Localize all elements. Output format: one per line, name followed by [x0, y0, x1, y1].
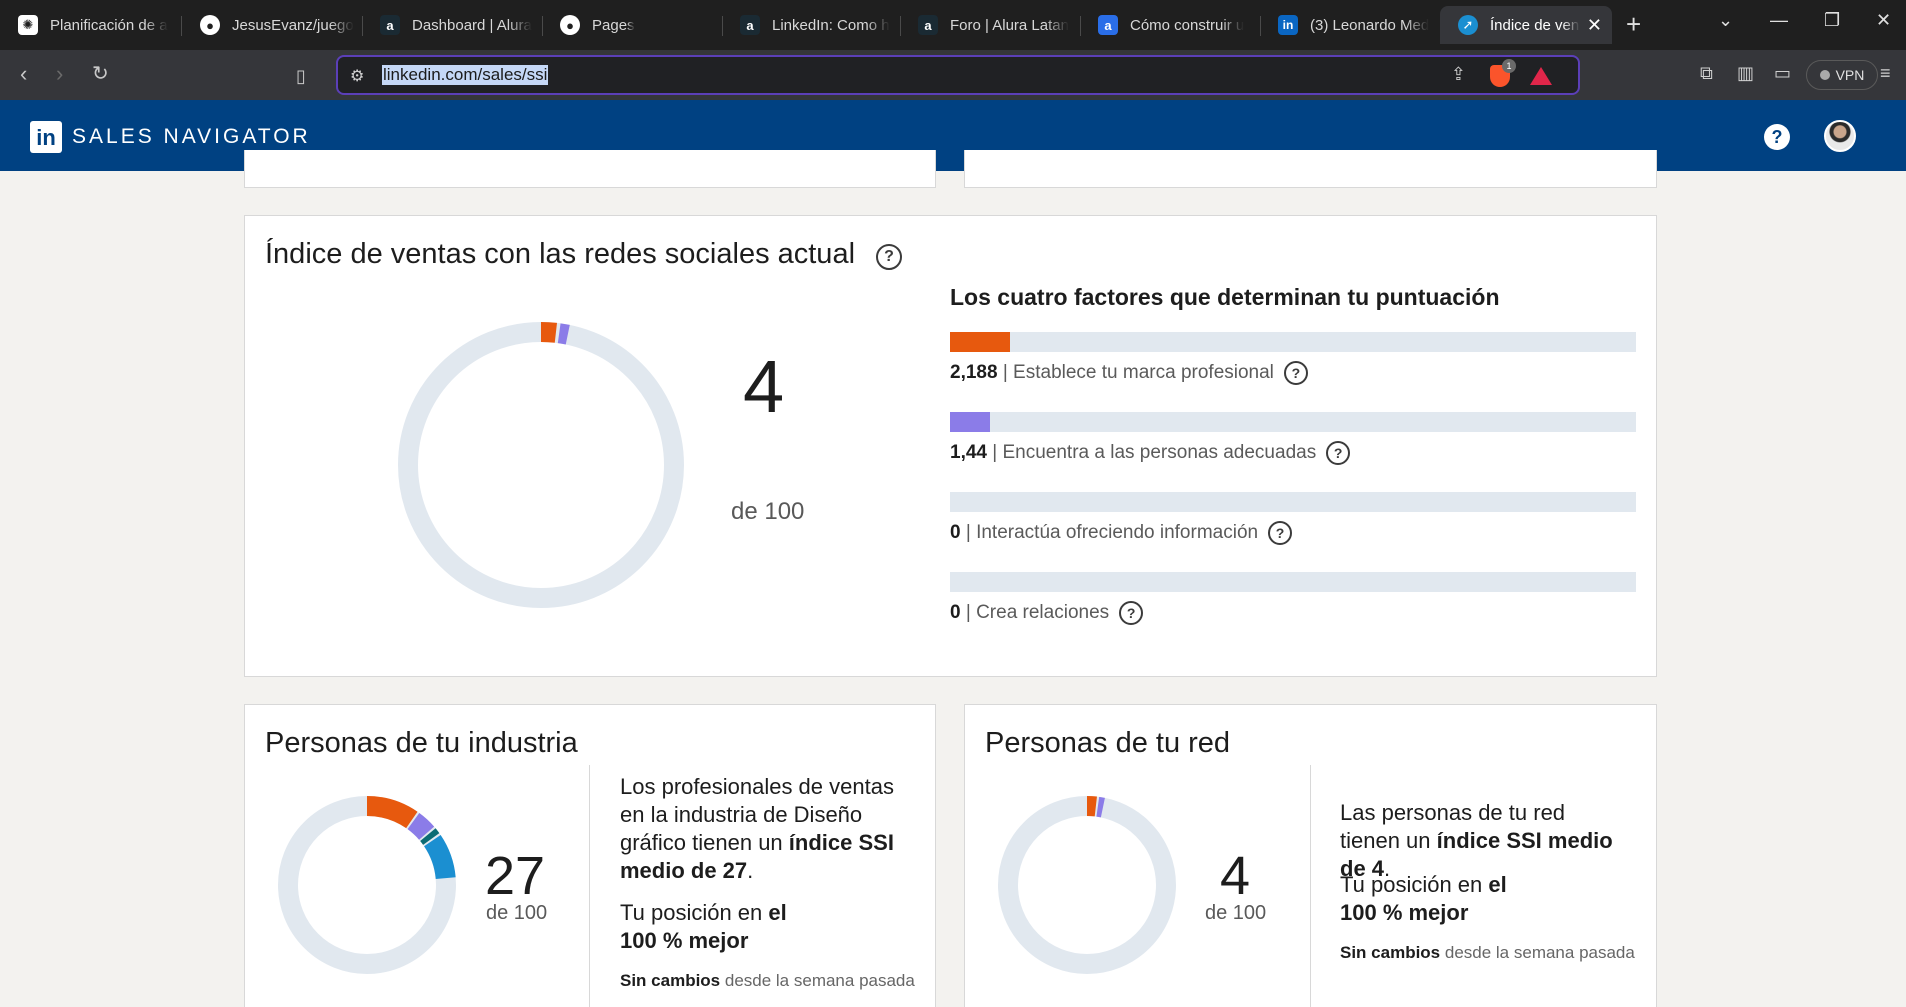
network-title: Personas de tu red: [985, 727, 1231, 759]
industry-score: 27: [485, 846, 546, 906]
browser-tab[interactable]: in (3) Leonardo Med: [1260, 6, 1440, 44]
chatgpt-icon: ✺: [18, 15, 38, 35]
donut-track: [998, 796, 1176, 974]
tab-search-icon[interactable]: ⌄: [1718, 10, 1733, 31]
browser-tab[interactable]: a Dashboard | Alura: [362, 6, 542, 44]
factor-bar: [950, 412, 1636, 432]
factor-bar: [950, 332, 1636, 352]
menu-icon[interactable]: ≡: [1880, 63, 1891, 84]
alura-icon: a: [918, 15, 938, 35]
alura-icon: a: [740, 15, 760, 35]
vpn-status-icon: [1819, 70, 1830, 80]
extensions-icon[interactable]: ⧉: [1700, 63, 1713, 84]
factor-bar: [950, 572, 1636, 592]
factors-title: Los cuatro factores que determinan tu pu…: [950, 284, 1500, 310]
forward-icon[interactable]: ›: [56, 62, 63, 86]
industry-title: Personas de tu industria: [265, 727, 578, 759]
brave-rewards-icon[interactable]: [1530, 67, 1552, 85]
browser-tab-active[interactable]: ➚ Índice de ven ✕: [1440, 6, 1612, 44]
browser-tab[interactable]: ● Pages: [542, 6, 722, 44]
browser-tab[interactable]: a Foro | Alura Latan: [900, 6, 1080, 44]
minimize-icon[interactable]: —: [1770, 10, 1788, 31]
ssi-current-card: Índice de ventas con las redes sociales …: [244, 215, 1657, 677]
divider: [1310, 765, 1311, 1007]
question-icon[interactable]: ?: [876, 244, 902, 270]
sidebar-icon[interactable]: ▥: [1737, 63, 1754, 84]
new-tab-button[interactable]: +: [1626, 10, 1641, 38]
linkedin-logo-icon[interactable]: in: [30, 121, 62, 153]
alura-icon: a: [380, 15, 400, 35]
factor-bar-fill: [950, 412, 990, 432]
browser-tab[interactable]: ✺ Planificación de a: [0, 6, 180, 44]
network-change: Sin cambios desde la semana pasada: [1340, 943, 1635, 962]
browser-tab-strip: ✺ Planificación de a ● JesusEvanz/juego …: [0, 0, 1906, 50]
help-icon[interactable]: ?: [1764, 124, 1790, 150]
network-donut-chart: [998, 796, 1176, 974]
industry-description: Los profesionales de ventas en la indust…: [620, 774, 894, 883]
wallet-icon[interactable]: ▭: [1774, 63, 1791, 84]
compass-icon: ➚: [1458, 15, 1478, 35]
github-icon: ●: [560, 15, 580, 35]
industry-change: Sin cambios desde la semana pasada: [620, 971, 915, 990]
question-icon[interactable]: ?: [1283, 361, 1308, 385]
alura-blue-icon: a: [1098, 15, 1118, 35]
ssi-out-of: de 100: [731, 498, 805, 525]
industry-out-of: de 100: [486, 902, 548, 924]
network-card: Personas de tu red 4 de 100 Las personas…: [964, 704, 1657, 1007]
factor-bar: [950, 492, 1636, 512]
close-tab-icon[interactable]: ✕: [1587, 15, 1602, 36]
share-icon[interactable]: ⇪: [1451, 64, 1466, 85]
factor-row: 0 | Interactúa ofreciendo información?: [950, 521, 1293, 545]
factor-bar-fill: [950, 332, 1011, 352]
network-position: Tu posición en el 100 % mejor: [1340, 872, 1507, 925]
card-partial: [244, 150, 936, 188]
network-out-of: de 100: [1205, 902, 1267, 924]
ssi-score: 4: [743, 345, 785, 428]
browser-tab[interactable]: a LinkedIn: Como h: [722, 6, 900, 44]
ssi-title: Índice de ventas con las redes sociales …: [265, 238, 902, 271]
shields-count-badge: 1: [1502, 59, 1516, 73]
question-icon[interactable]: ?: [1119, 601, 1144, 625]
site-settings-icon[interactable]: ⚙: [350, 66, 364, 86]
app-title[interactable]: SALES NAVIGATOR: [72, 125, 311, 149]
back-icon[interactable]: ‹: [20, 62, 27, 86]
linkedin-icon: in: [1278, 15, 1298, 35]
browser-tab[interactable]: a Cómo construir u: [1080, 6, 1260, 44]
vpn-button[interactable]: VPN: [1806, 60, 1878, 90]
browser-tab[interactable]: ● JesusEvanz/juego: [182, 6, 362, 44]
network-score: 4: [1220, 846, 1251, 906]
scrollbar[interactable]: [1896, 171, 1906, 1007]
reload-icon[interactable]: ↻: [92, 62, 109, 86]
restore-icon[interactable]: ❐: [1824, 10, 1840, 31]
industry-card: Personas de tu industria 27 de 100 Los p…: [244, 704, 936, 1007]
divider: [589, 765, 590, 1007]
github-icon: ●: [200, 15, 220, 35]
address-bar[interactable]: ⚙ linkedin.com/sales/ssi ⇪ 1: [336, 55, 1580, 95]
factor-row: 1,44 | Encuentra a las personas adecuada…: [950, 441, 1351, 465]
factor-row: 2,188 | Establece tu marca profesional?: [950, 361, 1308, 385]
close-window-icon[interactable]: ✕: [1876, 10, 1891, 31]
industry-position: Tu posición en el 100 % mejor: [620, 900, 787, 953]
avatar[interactable]: [1824, 120, 1856, 152]
factor-row: 0 | Crea relaciones?: [950, 601, 1144, 625]
card-partial: [964, 150, 1657, 188]
ssi-donut-chart: [398, 322, 684, 608]
donut-track: [398, 322, 684, 608]
question-icon[interactable]: ?: [1268, 521, 1293, 545]
question-icon[interactable]: ?: [1326, 441, 1351, 465]
industry-donut-chart: [278, 796, 456, 974]
bookmark-icon[interactable]: ▯: [296, 64, 306, 88]
url-text[interactable]: linkedin.com/sales/ssi: [382, 65, 549, 85]
